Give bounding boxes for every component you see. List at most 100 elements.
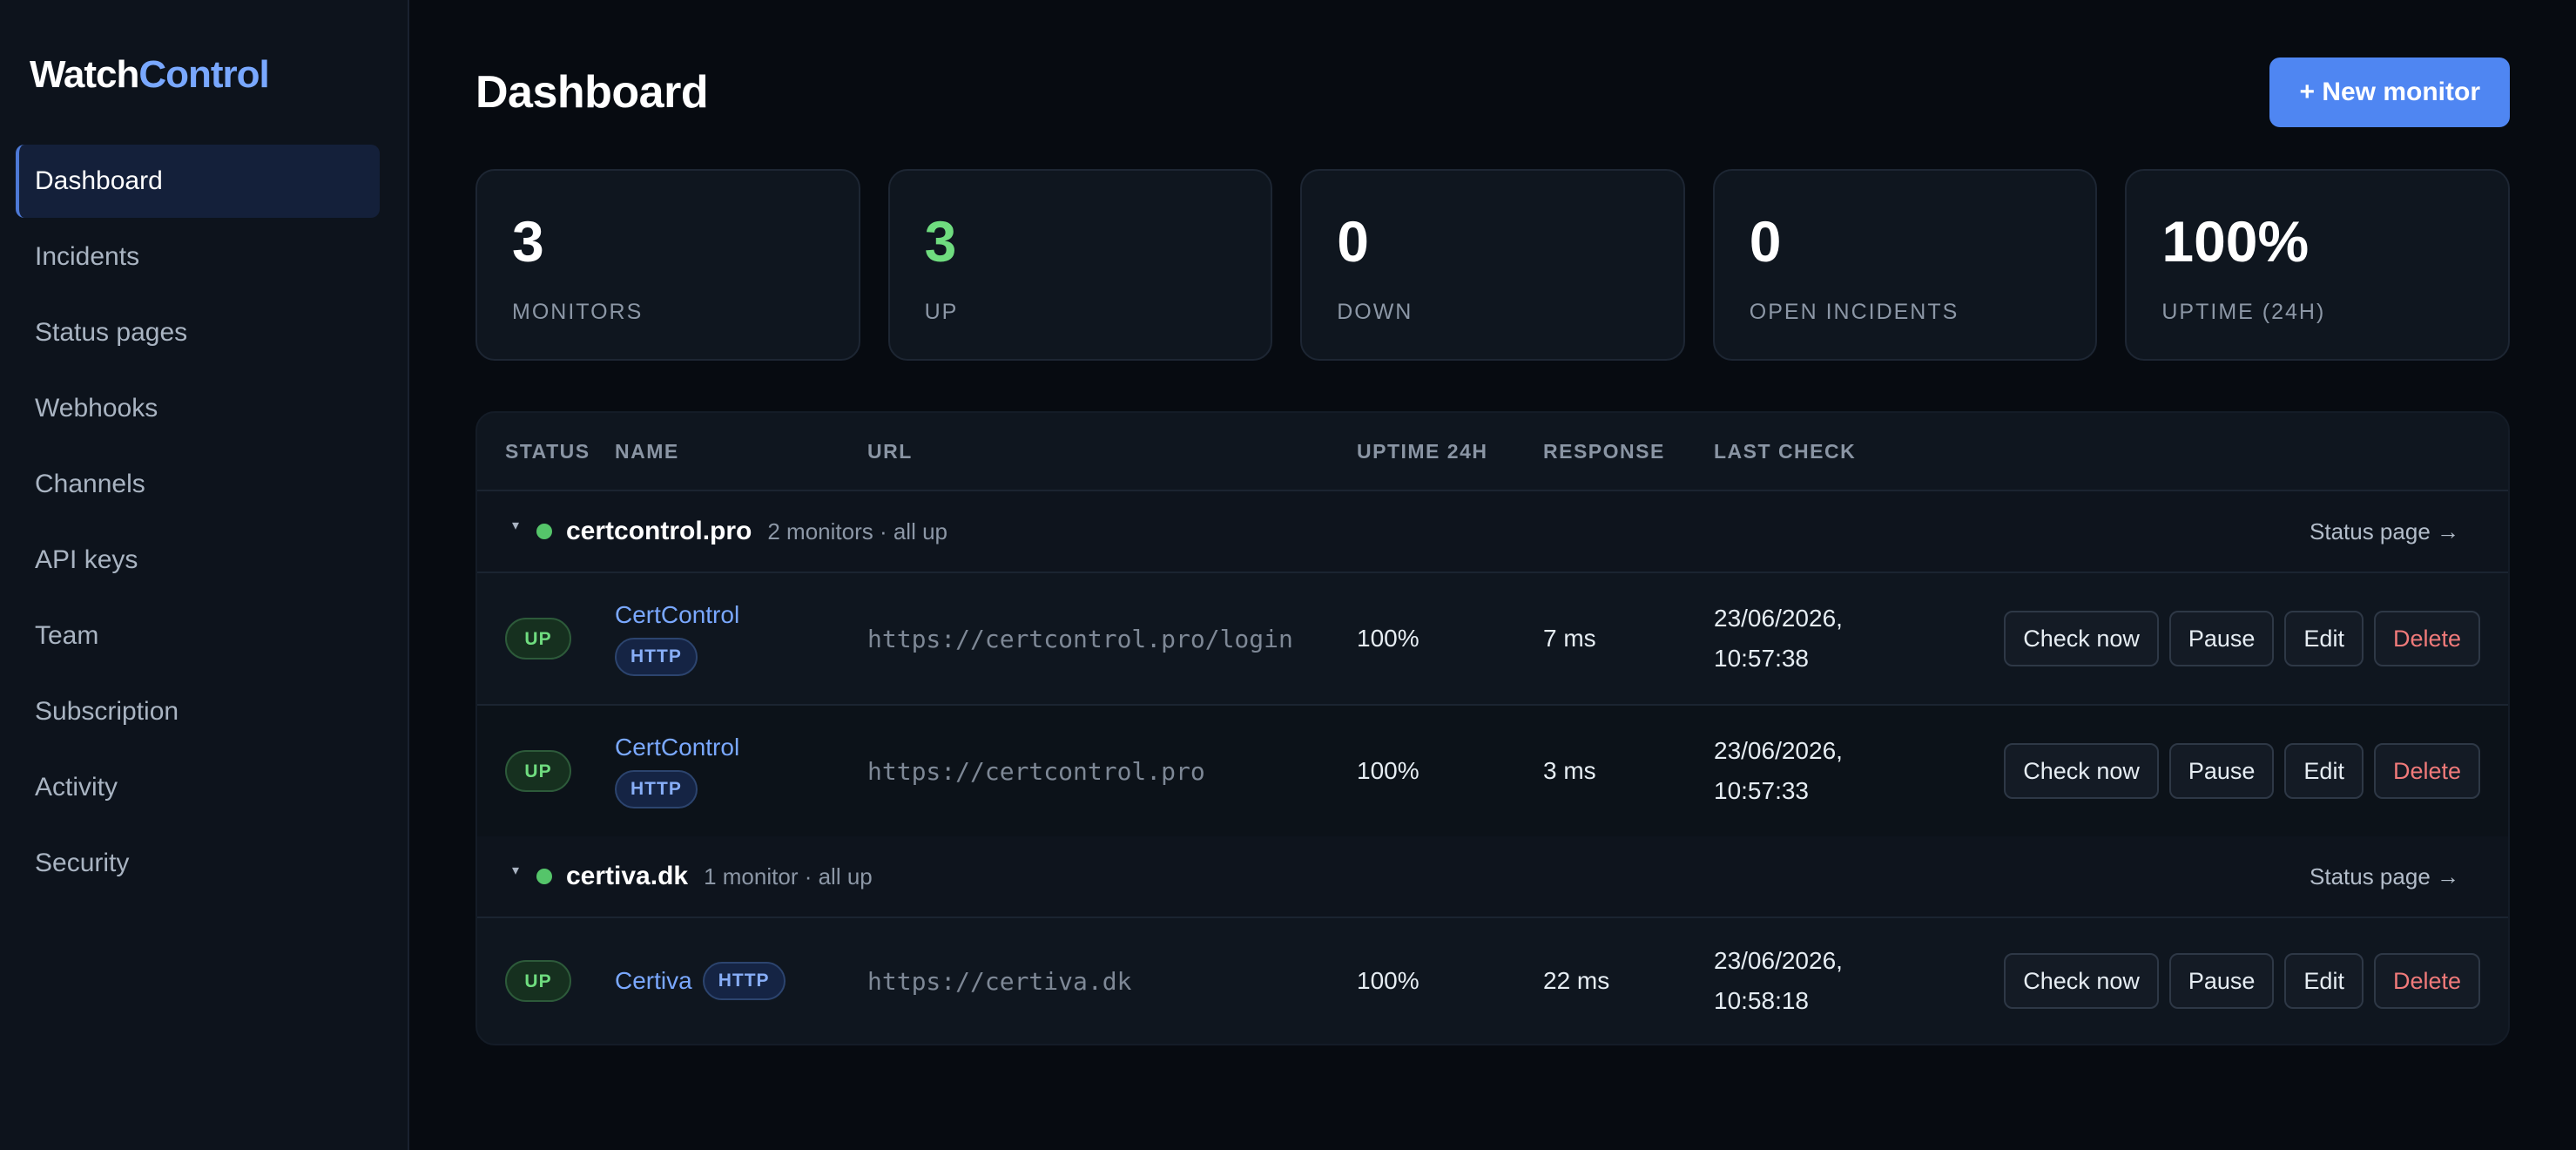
delete-button[interactable]: Delete [2373,611,2480,666]
status-page-link[interactable]: Status page → [2310,518,2459,545]
last-check-value: 23/06/2026, 10:57:38 [1714,599,1970,679]
column-header-last-check[interactable]: LAST CHECK [1714,440,1970,463]
stat-card-up: 3 UP [887,169,1273,361]
response-value: 3 ms [1543,757,1596,784]
column-header-status[interactable]: STATUS [477,440,615,463]
monitor-name-link[interactable]: CertControl [615,601,867,629]
status-cell: UP [477,618,615,660]
row-actions: Check now Pause Edit Delete [1970,953,2508,1009]
app-root: WatchControl Dashboard Incidents Status … [0,0,2576,1150]
column-header-name[interactable]: NAME [615,440,867,463]
name-cell: CertControl HTTP [615,734,867,808]
sidebar-item-incidents[interactable]: Incidents [16,220,380,294]
edit-button[interactable]: Edit [2284,611,2364,666]
group-summary: 1 monitor · all up [704,862,873,890]
sidebar: WatchControl Dashboard Incidents Status … [0,0,409,1150]
stat-card-monitors: 3 MONITORS [475,169,860,361]
page-header: Dashboard + New monitor [475,58,2510,127]
sidebar-item-activity[interactable]: Activity [16,751,380,824]
brand-logo-part2: Control [138,53,269,96]
group-name: certcontrol.pro [566,517,752,545]
check-now-button[interactable]: Check now [2004,743,2159,799]
row-actions: Check now Pause Edit Delete [1970,611,2508,666]
stats-row: 3 MONITORS 3 UP 0 DOWN 0 OPEN INCIDENTS … [475,169,2510,361]
sidebar-item-subscription[interactable]: Subscription [16,675,380,748]
stat-label: UP [924,300,959,324]
type-badge: HTTP [615,638,698,676]
table-row: UP CertControl HTTP https://certcontrol.… [477,573,2508,706]
pause-button[interactable]: Pause [2168,953,2275,1009]
response-value: 22 ms [1543,967,1610,994]
uptime-value: 100% [1357,967,1419,994]
sidebar-item-team[interactable]: Team [16,599,380,673]
type-badge: HTTP [702,962,786,1000]
status-cell: UP [477,960,615,1002]
last-check-value: 23/06/2026, 10:58:18 [1714,941,1970,1021]
stat-label: OPEN INCIDENTS [1749,300,1959,324]
group-summary: 2 monitors · all up [767,518,948,545]
sidebar-item-channels[interactable]: Channels [16,448,380,521]
name-cell: CertControl HTTP [615,601,867,676]
uptime-value: 100% [1357,757,1419,784]
check-now-button[interactable]: Check now [2004,953,2159,1009]
monitor-name-link[interactable]: CertControl [615,734,867,761]
sidebar-item-status-pages[interactable]: Status pages [16,296,380,369]
status-badge: UP [505,960,571,1002]
edit-button[interactable]: Edit [2284,743,2364,799]
stat-label: MONITORS [512,300,644,324]
sidebar-item-security[interactable]: Security [16,827,380,900]
sidebar-item-webhooks[interactable]: Webhooks [16,372,380,445]
status-badge: UP [505,750,571,792]
collapse-caret-icon[interactable]: ▾ [512,517,536,534]
status-page-link[interactable]: Status page → [2310,863,2459,890]
table-row: UP CertControl HTTP https://certcontrol.… [477,706,2508,836]
column-header-uptime[interactable]: UPTIME 24H [1357,440,1543,463]
table-header: STATUS NAME URL UPTIME 24H RESPONSE LAST… [477,413,2508,491]
last-check-date: 23/06/2026, [1714,737,1843,764]
name-inline: Certiva HTTP [615,962,867,1000]
last-check-value: 23/06/2026, 10:57:33 [1714,731,1970,811]
monitor-url: https://certiva.dk [867,966,1132,996]
monitor-url: https://certcontrol.pro/login [867,624,1293,653]
monitor-name-link[interactable]: Certiva [615,967,692,995]
stat-card-uptime: 100% UPTIME (24H) [2125,169,2510,361]
response-value: 7 ms [1543,625,1596,652]
delete-button[interactable]: Delete [2373,953,2480,1009]
column-header-response[interactable]: RESPONSE [1543,440,1714,463]
row-actions: Check now Pause Edit Delete [1970,743,2508,799]
main-content: Dashboard + New monitor 3 MONITORS 3 UP … [409,0,2576,1150]
stat-value: 100% [2161,209,2310,274]
brand-logo[interactable]: WatchControl [30,51,380,99]
stat-value: 0 [1337,209,1369,274]
last-check-date: 23/06/2026, [1714,605,1843,632]
sidebar-nav: Dashboard Incidents Status pages Webhook… [16,145,380,900]
stat-value: 3 [512,209,544,274]
stat-card-down: 0 DOWN [1300,169,1685,361]
group-row-certcontrol[interactable]: ▾ certcontrol.pro 2 monitors · all up St… [477,491,2508,573]
group-name: certiva.dk [566,862,689,890]
group-status-dot [536,524,552,539]
name-cell: Certiva HTTP [615,962,867,1000]
last-check-time: 10:58:18 [1714,987,1809,1014]
brand-logo-part1: Watch [30,53,139,96]
stat-label: UPTIME (24H) [2161,300,2326,324]
stat-value: 0 [1749,209,1782,274]
last-check-date: 23/06/2026, [1714,947,1843,974]
sidebar-item-dashboard[interactable]: Dashboard [16,145,380,218]
stat-label: DOWN [1337,300,1413,324]
stat-value: 3 [924,209,957,274]
uptime-value: 100% [1357,625,1419,652]
pause-button[interactable]: Pause [2168,611,2275,666]
check-now-button[interactable]: Check now [2004,611,2159,666]
sidebar-item-api-keys[interactable]: API keys [16,524,380,597]
pause-button[interactable]: Pause [2168,743,2275,799]
edit-button[interactable]: Edit [2284,953,2364,1009]
monitors-table: STATUS NAME URL UPTIME 24H RESPONSE LAST… [475,411,2510,1045]
status-cell: UP [477,750,615,792]
group-row-certiva[interactable]: ▾ certiva.dk 1 monitor · all up Status p… [477,836,2508,918]
new-monitor-button[interactable]: + New monitor [2269,58,2510,127]
page-title: Dashboard [475,67,709,118]
delete-button[interactable]: Delete [2373,743,2480,799]
column-header-url[interactable]: URL [867,440,1357,463]
collapse-caret-icon[interactable]: ▾ [512,862,536,879]
